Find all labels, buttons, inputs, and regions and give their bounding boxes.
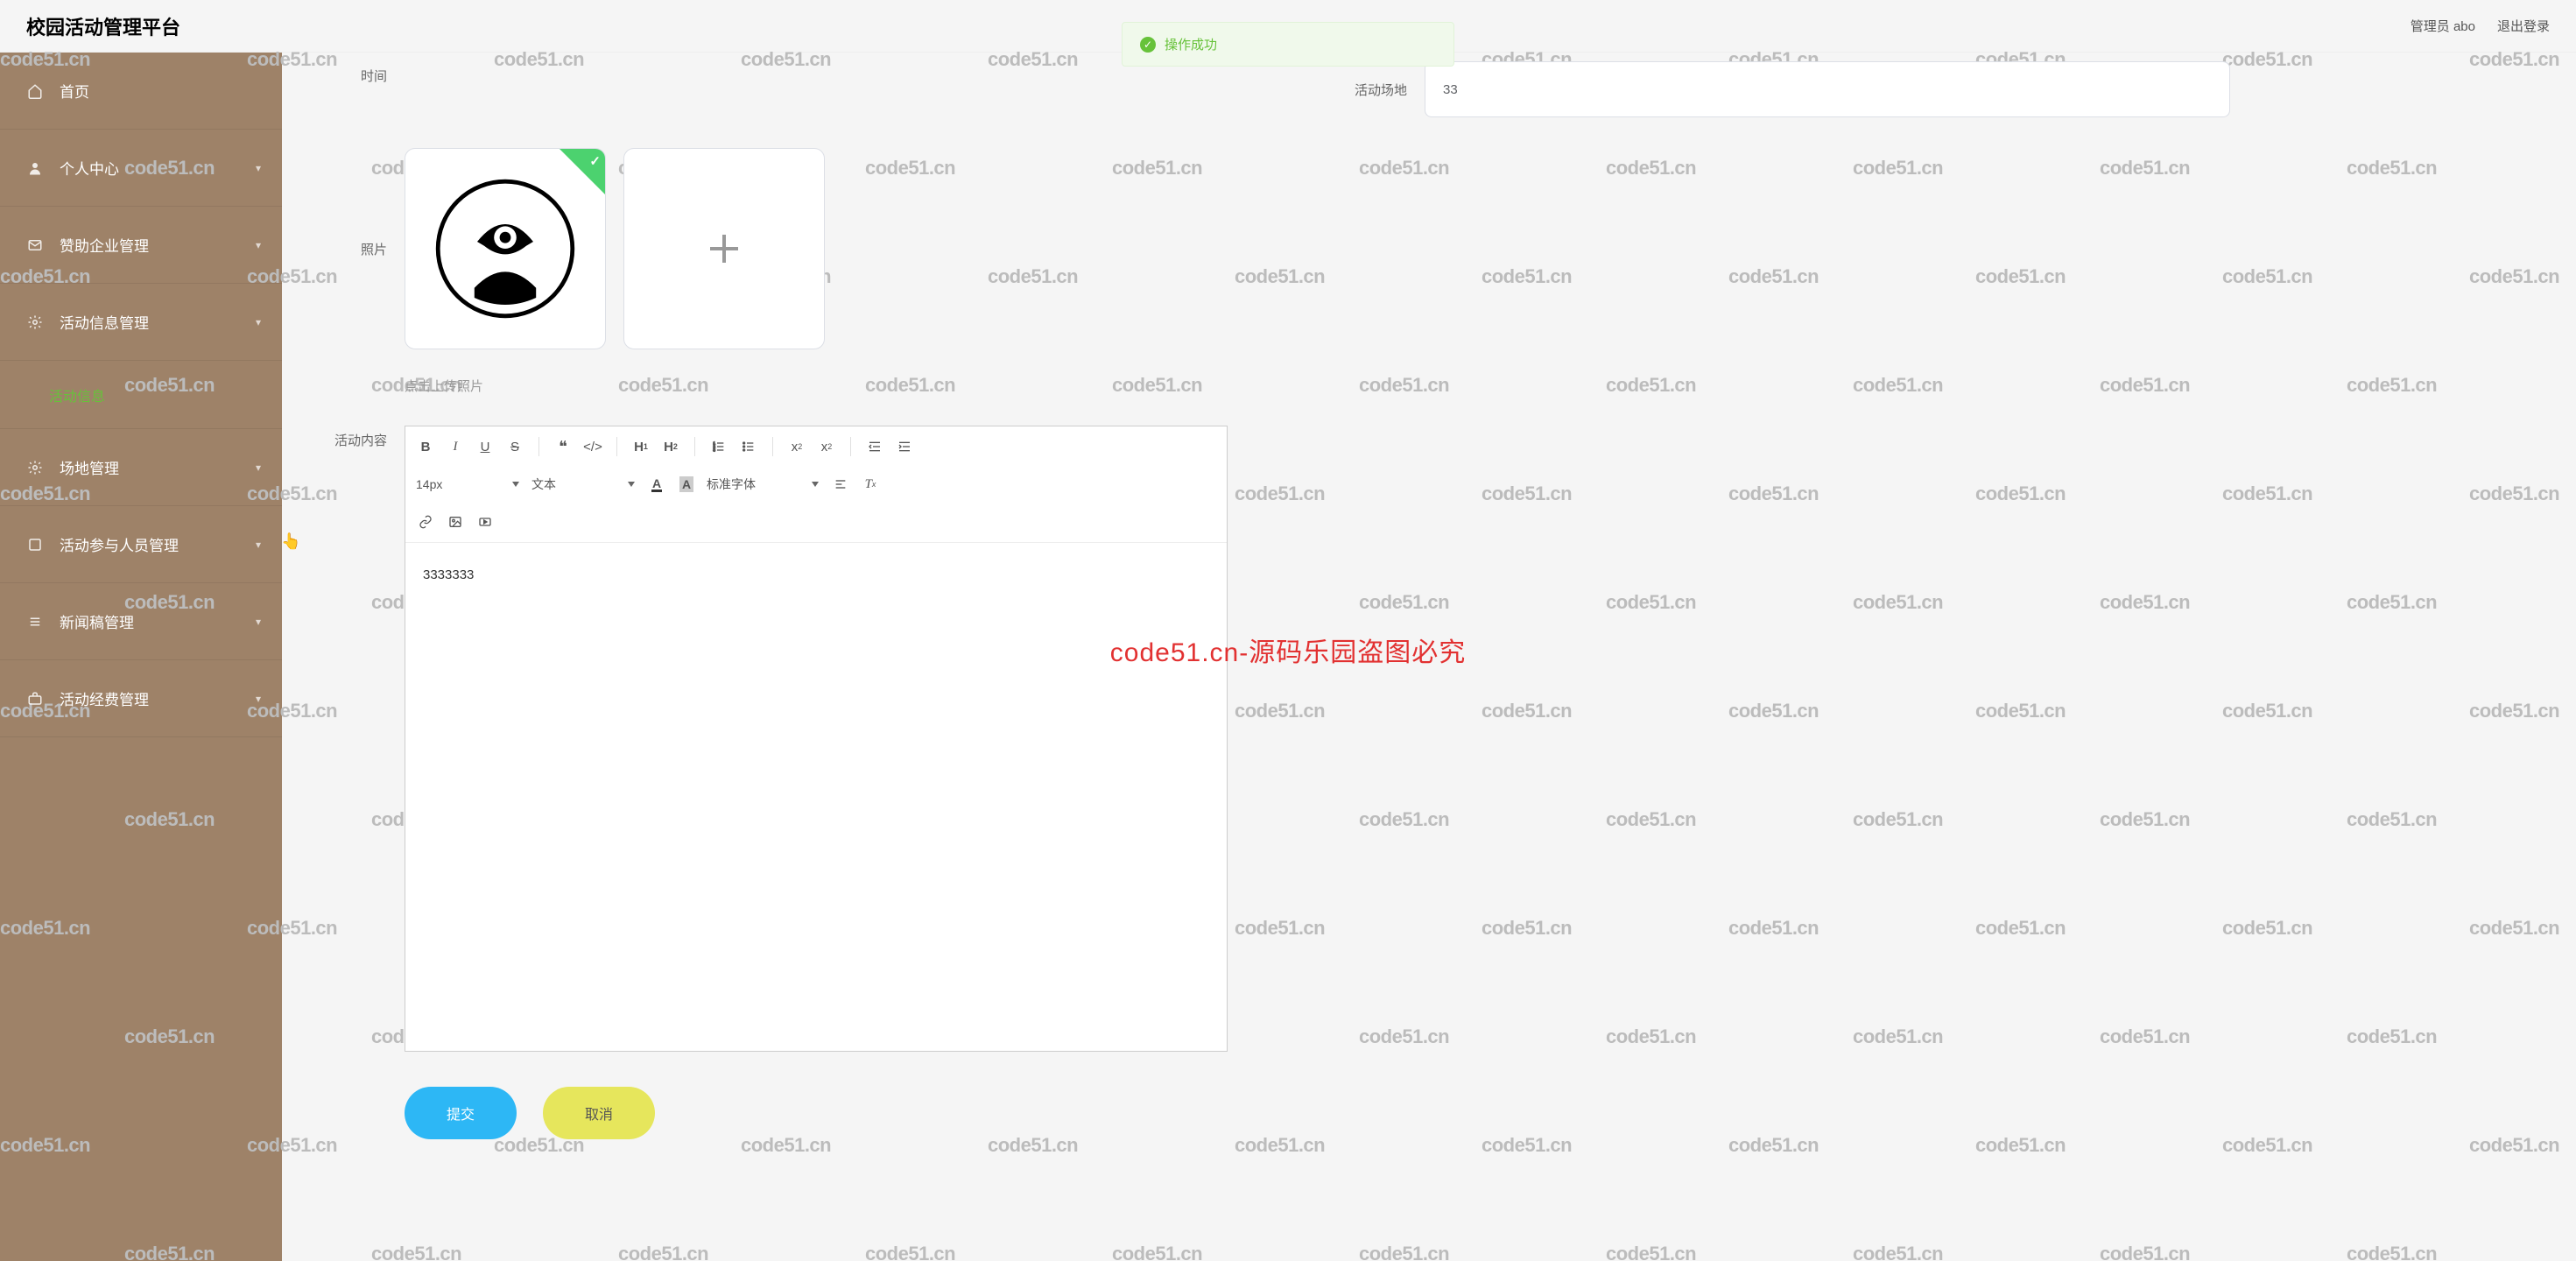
font-family-select[interactable]: 标准字体 (707, 472, 820, 497)
briefcase-icon (26, 691, 44, 707)
sidebar-item-participants[interactable]: 活动参与人员管理 ▾ (0, 506, 282, 583)
indent-increase-button[interactable] (895, 435, 914, 458)
editor-textarea[interactable]: 3333333 (405, 543, 1227, 1051)
submit-button[interactable]: 提交 (405, 1087, 517, 1139)
logout-link[interactable]: 退出登录 (2497, 17, 2550, 35)
code-button[interactable]: </> (583, 435, 602, 458)
gear-icon (26, 314, 44, 330)
chevron-down-icon: ▾ (256, 162, 261, 174)
venue-input[interactable] (1425, 61, 2230, 117)
clear-format-button[interactable]: Tx (861, 473, 880, 496)
h1-button[interactable]: H1 (631, 435, 651, 458)
toast-text: 操作成功 (1165, 35, 1217, 53)
list-icon (26, 614, 44, 630)
upload-hint: 点击上传照片 (405, 377, 483, 395)
text-color-button[interactable]: A (647, 473, 666, 496)
sidebar-item-label: 活动参与人员管理 (60, 533, 179, 555)
chevron-down-icon: ▾ (256, 316, 261, 328)
link-button[interactable] (416, 511, 435, 533)
sidebar-item-label: 新闻稿管理 (60, 610, 134, 632)
check-circle-icon: ✓ (1140, 37, 1156, 53)
content-label: 活动内容 (282, 426, 405, 449)
sidebar-item-sponsor[interactable]: 赞助企业管理 ▾ (0, 207, 282, 284)
sidebar-item-label: 个人中心 (60, 157, 119, 179)
quote-button[interactable]: ❝ (553, 435, 573, 458)
block-type-select[interactable]: 文本 (531, 472, 637, 497)
sidebar-subitem-activity-info[interactable]: 活动信息 (0, 361, 282, 429)
image-button[interactable] (446, 511, 465, 533)
venue-label: 活动场地 (1355, 81, 1407, 99)
gear-icon (26, 460, 44, 476)
sidebar-item-label: 赞助企业管理 (60, 234, 149, 256)
italic-button[interactable]: I (446, 435, 465, 458)
upload-add-button[interactable] (623, 148, 825, 349)
chevron-down-icon: ▾ (256, 461, 261, 474)
sidebar-item-news[interactable]: 新闻稿管理 ▾ (0, 583, 282, 660)
sidebar-item-label: 活动信息管理 (60, 311, 149, 333)
user-icon (26, 160, 44, 176)
bg-color-button[interactable]: A (677, 473, 696, 496)
editor-toolbar: B I U S ❝ </> H1 H2 123 x2 (405, 426, 1227, 543)
rich-text-editor: B I U S ❝ </> H1 H2 123 x2 (405, 426, 1228, 1052)
unordered-list-button[interactable] (739, 435, 758, 458)
main-content: 时间 活动场地 照片 (282, 53, 2576, 1261)
mail-icon (26, 237, 44, 253)
time-label: 时间 (282, 61, 405, 85)
chevron-down-icon: ▾ (256, 616, 261, 628)
sidebar-item-activity-info[interactable]: 活动信息管理 ▾ (0, 284, 282, 361)
sidebar-item-budget[interactable]: 活动经费管理 ▾ (0, 660, 282, 737)
sidebar-item-home[interactable]: 首页 (0, 53, 282, 130)
admin-label[interactable]: 管理员 abo (2411, 17, 2475, 35)
chevron-down-icon: ▾ (256, 239, 261, 251)
video-button[interactable] (475, 511, 495, 533)
subscript-button[interactable]: x2 (787, 435, 806, 458)
chevron-down-icon: ▾ (256, 539, 261, 551)
sidebar-item-label: 首页 (60, 80, 89, 102)
sidebar-item-label: 场地管理 (60, 456, 119, 478)
h2-button[interactable]: H2 (661, 435, 680, 458)
avatar-placeholder-icon (435, 179, 575, 319)
ordered-list-button[interactable]: 123 (709, 435, 728, 458)
svg-text:3: 3 (713, 447, 715, 452)
photo-label: 照片 (282, 240, 405, 258)
list-icon (26, 537, 44, 553)
strike-button[interactable]: S (505, 435, 524, 458)
chevron-down-icon: ▾ (256, 693, 261, 705)
sidebar-item-venue[interactable]: 场地管理 ▾ (0, 429, 282, 506)
align-button[interactable] (831, 473, 850, 496)
underline-button[interactable]: U (475, 435, 495, 458)
font-size-select[interactable]: 14px (416, 472, 521, 497)
indent-decrease-button[interactable] (865, 435, 884, 458)
home-icon (26, 83, 44, 99)
sidebar-item-label: 活动经费管理 (60, 687, 149, 709)
bold-button[interactable]: B (416, 435, 435, 458)
sidebar: 首页 个人中心 ▾ 赞助企业管理 ▾ 活动信息管理 ▾ 活动信息 场地管理 ▾ … (0, 53, 282, 1261)
success-toast: ✓ 操作成功 (1122, 22, 1454, 67)
plus-icon (703, 228, 745, 270)
sidebar-item-profile[interactable]: 个人中心 ▾ (0, 130, 282, 207)
app-title: 校园活动管理平台 (26, 12, 180, 40)
uploaded-image-card[interactable] (405, 148, 606, 349)
cancel-button[interactable]: 取消 (543, 1087, 655, 1139)
superscript-button[interactable]: x2 (817, 435, 836, 458)
check-corner-icon (557, 148, 606, 197)
